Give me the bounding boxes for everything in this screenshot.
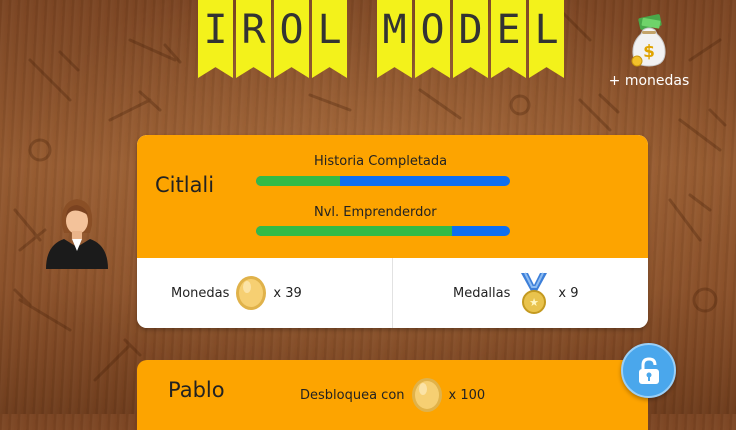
coins-stat: Monedas x 39 <box>171 258 302 328</box>
title-letter: O <box>274 0 309 78</box>
player-name: Citlali <box>155 173 215 197</box>
player-name: Pablo <box>168 378 225 402</box>
avatar <box>46 199 108 269</box>
level-progress-fill <box>256 226 452 236</box>
buy-coins-label: + monedas <box>608 73 690 89</box>
buy-coins-button[interactable]: $ + monedas <box>606 14 692 94</box>
title-letter: L <box>312 0 347 78</box>
player-card-header: Citlali Historia Completada Nvl. Emprend… <box>137 135 648 258</box>
title-letter: L <box>529 0 564 78</box>
medals-count: x 9 <box>558 285 579 301</box>
gold-coin-icon <box>236 276 267 310</box>
money-bag-icon: $ <box>631 14 666 67</box>
level-progress-bar <box>256 226 510 236</box>
level-progress-label: Nvl. Emprenderdor <box>314 205 437 220</box>
gold-coin-icon <box>411 378 442 412</box>
title-letter: R <box>236 0 271 78</box>
medals-stat: Medallas ★ x 9 <box>453 258 579 328</box>
medals-label: Medallas <box>453 285 511 301</box>
title-letter: I <box>198 0 233 78</box>
stats-divider <box>392 258 393 328</box>
player-card-citlali[interactable]: Citlali Historia Completada Nvl. Emprend… <box>137 135 648 328</box>
coins-label: Monedas <box>171 285 230 301</box>
title-letter: M <box>377 0 412 78</box>
svg-text:★: ★ <box>529 296 539 309</box>
player-card-stats: Monedas x 39 Medallas ★ x 9 <box>137 258 648 328</box>
history-progress-fill <box>256 176 340 186</box>
history-progress-label: Historia Completada <box>314 154 448 169</box>
unlock-cost-value: x 100 <box>448 387 486 403</box>
title-letter: E <box>491 0 526 78</box>
svg-text:$: $ <box>643 42 655 62</box>
medal-icon: ★ <box>521 272 548 314</box>
coins-count: x 39 <box>273 285 302 301</box>
title-banner: I R O L M O D E L <box>198 0 564 80</box>
player-card-pablo[interactable]: Pablo Desbloquea con x 100 <box>137 360 648 430</box>
unlock-label: Desbloquea con <box>300 387 405 403</box>
title-letter: D <box>453 0 488 78</box>
unlock-cost: Desbloquea con x 100 <box>300 377 485 413</box>
title-letter: O <box>415 0 450 78</box>
history-progress-bar <box>256 176 510 186</box>
unlock-button[interactable] <box>621 343 676 398</box>
padlock-icon <box>639 357 659 384</box>
title-space <box>350 0 374 78</box>
